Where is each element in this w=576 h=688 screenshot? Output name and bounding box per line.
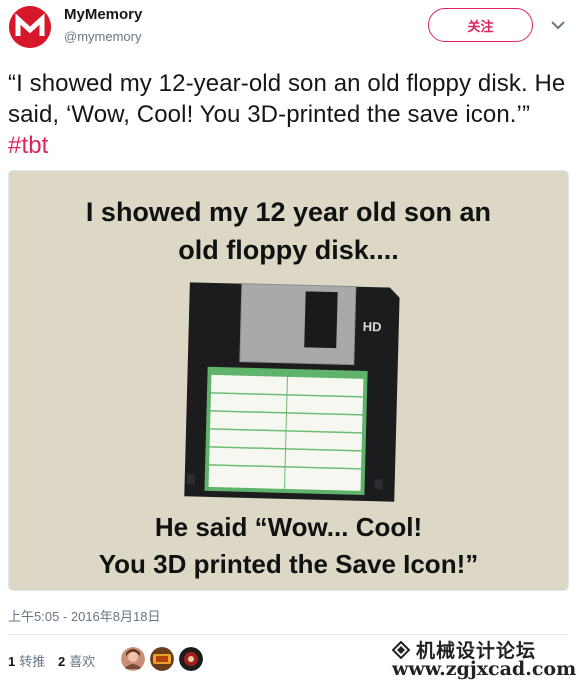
likes-count: 2 bbox=[58, 654, 66, 669]
likes-label: 喜欢 bbox=[69, 654, 96, 669]
tweet-body: “I showed my 12-year-old son an old flop… bbox=[8, 70, 566, 128]
avatar[interactable] bbox=[9, 6, 51, 48]
liker-avatar[interactable] bbox=[150, 647, 174, 671]
likes-stat[interactable]: 2 喜欢 bbox=[58, 651, 95, 670]
divider bbox=[8, 634, 568, 635]
retweets-label: 转推 bbox=[19, 654, 46, 669]
media-caption-top-line1: I showed my 12 year old son an bbox=[85, 197, 492, 227]
liker-avatar-image bbox=[150, 647, 174, 671]
floppy-disk-image: HD bbox=[181, 281, 401, 507]
tweet-card: MyMemory @mymemory 关注 “I showed my 12-ye… bbox=[0, 0, 576, 688]
media-caption-bottom: He said “Wow... Cool! You 3D printed the… bbox=[9, 509, 568, 583]
diamond-logo-icon bbox=[392, 640, 410, 659]
display-name[interactable]: MyMemory bbox=[64, 6, 142, 23]
watermark-url: www.zgjxcad.com bbox=[392, 658, 576, 680]
liker-avatar-image bbox=[121, 647, 145, 671]
more-options-button[interactable] bbox=[550, 18, 566, 32]
media-caption-top: I showed my 12 year old son an old flopp… bbox=[9, 193, 568, 269]
chevron-down-icon bbox=[551, 20, 565, 29]
tweet-media-image[interactable]: I showed my 12 year old son an old flopp… bbox=[8, 170, 569, 591]
tweet-text: “I showed my 12-year-old son an old flop… bbox=[8, 68, 570, 161]
liker-avatar-image bbox=[179, 647, 203, 671]
mymemory-logo-icon bbox=[9, 6, 51, 48]
user-handle[interactable]: @mymemory bbox=[64, 29, 141, 44]
tweet-timestamp[interactable]: 上午5:05 - 2016年8月18日 bbox=[8, 606, 160, 625]
media-caption-top-line2: old floppy disk.... bbox=[178, 235, 399, 265]
hashtag-link[interactable]: #tbt bbox=[8, 132, 48, 159]
media-caption-bottom-line1: He said “Wow... Cool! bbox=[154, 512, 423, 542]
retweets-stat[interactable]: 1 转推 bbox=[8, 651, 45, 670]
floppy-disk-illustration: HD bbox=[184, 282, 400, 502]
follow-button[interactable]: 关注 bbox=[428, 8, 533, 42]
media-caption-bottom-line2: You 3D printed the Save Icon!” bbox=[98, 549, 479, 579]
retweets-count: 1 bbox=[8, 654, 16, 669]
liker-avatar[interactable] bbox=[179, 647, 203, 671]
hd-mark: HD bbox=[363, 319, 382, 334]
liker-avatar[interactable] bbox=[121, 647, 145, 671]
